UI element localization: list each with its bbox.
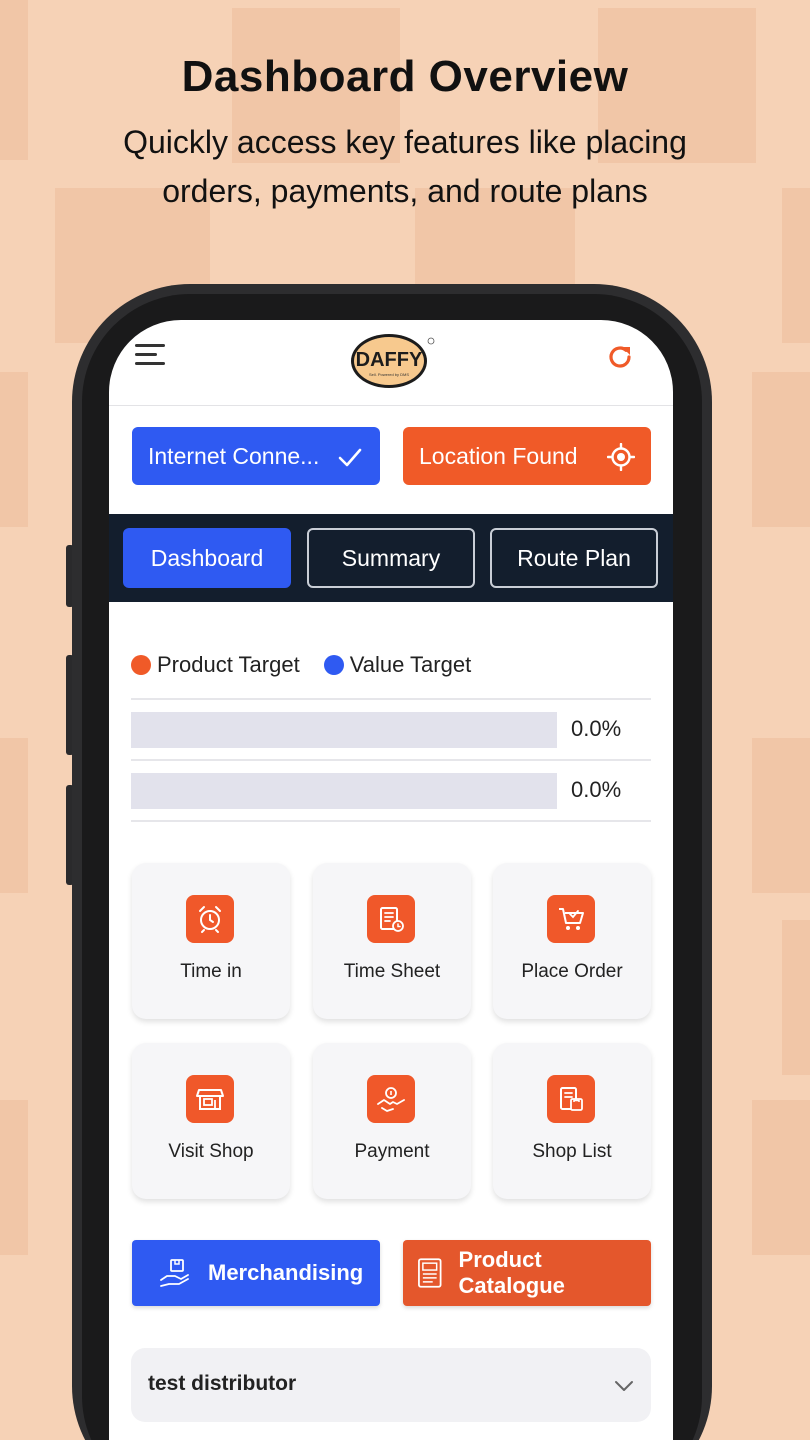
hamburger-menu-icon[interactable] (135, 344, 165, 368)
app-screen: DAFFY Sell. Powered by DMS Internet Conn… (109, 320, 673, 1440)
hero-title: Dashboard Overview (181, 52, 629, 101)
background-tile (782, 188, 810, 343)
shop-icon (186, 1075, 234, 1123)
tile-label: Shop List (532, 1141, 612, 1162)
gps-target-icon (607, 443, 635, 471)
legend-value-target: Value Target (349, 652, 472, 677)
logo-tagline: Sell. Powered by DMS (369, 372, 409, 377)
internet-status-button[interactable]: Internet Conne... (132, 427, 380, 485)
app-bar: DAFFY Sell. Powered by DMS (109, 320, 673, 406)
merchandising-label: Merchandising (208, 1260, 364, 1285)
background-tile (752, 372, 810, 527)
tile-label: Visit Shop (168, 1141, 254, 1162)
timesheet-icon (367, 895, 415, 943)
tab-route-plan[interactable]: Route Plan (490, 528, 658, 588)
internet-status-label: Internet Conne... (148, 442, 320, 469)
background-tile (0, 1100, 28, 1255)
product-catalogue-button[interactable]: Product Catalogue (403, 1240, 651, 1306)
catalogue-icon (418, 1258, 442, 1288)
value-target-dot (323, 655, 344, 675)
location-status-label: Location Found (419, 442, 578, 469)
hero-subtitle: Quickly access key features like placing… (123, 124, 687, 209)
tile-time-in[interactable]: Time in (132, 863, 290, 1019)
distributor-dropdown[interactable]: test distributor (131, 1348, 651, 1422)
tile-time-sheet[interactable]: Time Sheet (313, 863, 471, 1019)
logo-text: DAFFY (356, 349, 423, 371)
chevron-down-icon (615, 1381, 633, 1391)
legend-product-target: Product Target (157, 652, 300, 677)
background-tile (752, 1100, 810, 1255)
refresh-icon[interactable] (605, 342, 635, 372)
background-tile (0, 372, 28, 527)
value-target-progress-bar (131, 773, 557, 809)
handshake-payment-icon (367, 1075, 415, 1123)
tile-label: Time Sheet (343, 961, 441, 982)
tab-summary[interactable]: Summary (307, 528, 475, 588)
merchandising-icon (160, 1259, 189, 1287)
tile-label: Time in (180, 961, 242, 982)
divider (131, 820, 651, 822)
tile-label: Payment (354, 1141, 430, 1162)
tile-visit-shop[interactable]: Visit Shop (132, 1043, 290, 1199)
tile-payment[interactable]: Payment (313, 1043, 471, 1199)
shop-list-icon (547, 1075, 595, 1123)
merchandising-button[interactable]: Merchandising (132, 1240, 380, 1306)
product-target-percent: 0.0% (571, 716, 622, 741)
product-catalogue-label: Product Catalogue (458, 1247, 565, 1298)
tab-dashboard[interactable]: Dashboard (123, 528, 291, 588)
divider (131, 698, 651, 700)
background-tile (0, 738, 28, 893)
daffy-logo: DAFFY Sell. Powered by DMS (351, 334, 435, 388)
alarm-clock-icon (186, 895, 234, 943)
cart-icon (547, 895, 595, 943)
target-legend: Product Target Value Target (131, 652, 471, 678)
background-tile (782, 920, 810, 1075)
checkmark-icon (338, 448, 362, 467)
product-target-progress-bar (131, 712, 557, 748)
tile-label: Place Order (521, 961, 623, 982)
product-target-dot (131, 655, 151, 675)
tile-place-order[interactable]: Place Order (493, 863, 651, 1019)
divider (131, 759, 651, 761)
location-status-button[interactable]: Location Found (403, 427, 651, 485)
value-target-percent: 0.0% (571, 777, 622, 802)
distributor-selected-value: test distributor (148, 1372, 297, 1395)
background-tile (752, 738, 810, 893)
tile-shop-list[interactable]: Shop List (493, 1043, 651, 1199)
tab-bar: Dashboard Summary Route Plan (109, 514, 673, 602)
